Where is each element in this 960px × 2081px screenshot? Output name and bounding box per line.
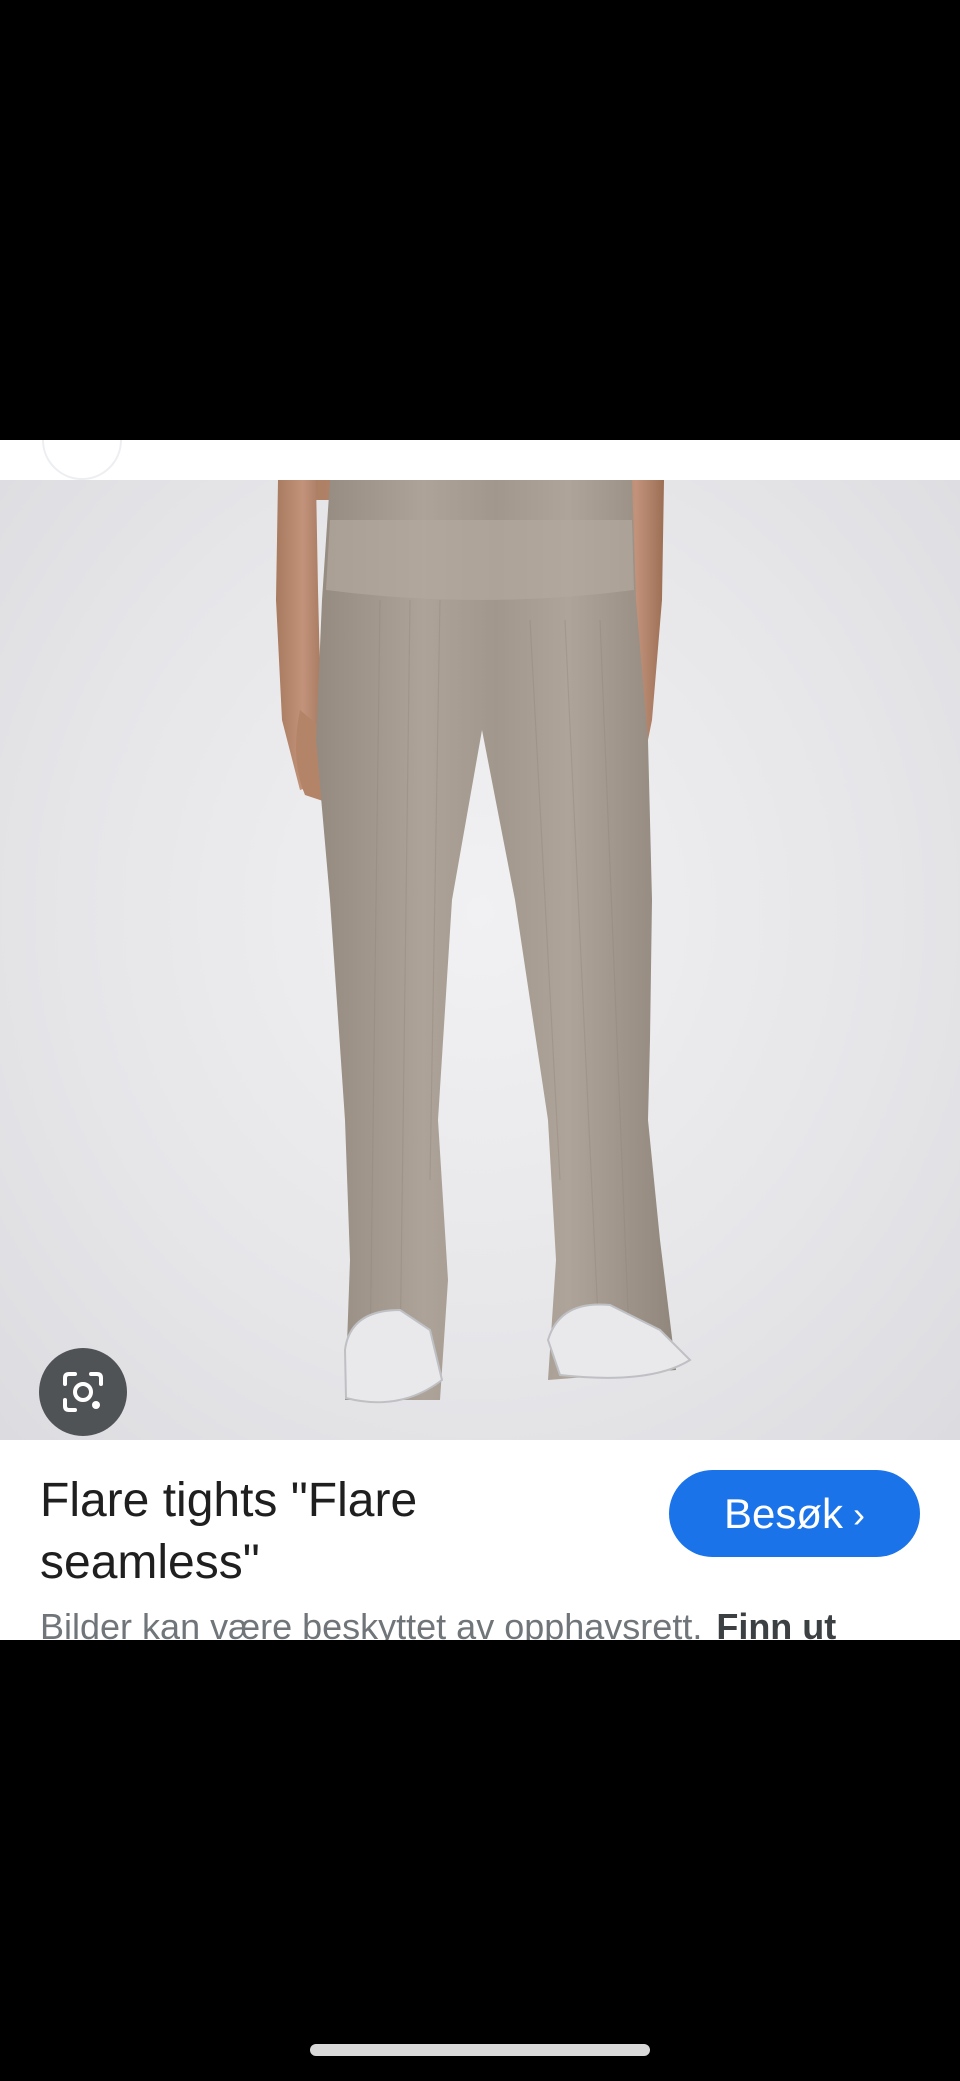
copyright-text: Bilder kan være beskyttet av opphavsrett… — [40, 1606, 703, 1640]
panel-top-circle[interactable] — [42, 440, 122, 480]
image-result-panel: Flare tights "Flare seamless" Besøk › Bi… — [0, 440, 960, 1640]
google-lens-icon — [63, 1372, 103, 1412]
visit-button-label: Besøk — [723, 1489, 844, 1537]
product-image[interactable] — [0, 480, 960, 1440]
chevron-right-icon: › — [853, 1493, 866, 1535]
learn-more-link[interactable]: Finn ut — [716, 1606, 836, 1640]
result-title: Flare tights "Flare seamless" — [40, 1474, 418, 1589]
visit-button[interactable]: Besøk › — [669, 1470, 920, 1557]
home-indicator[interactable] — [310, 2044, 650, 2056]
product-photo-illustration — [276, 480, 692, 1404]
copyright-notice: Bilder kan være beskyttet av opphavsrett… — [40, 1606, 836, 1640]
letterbox-top — [0, 0, 960, 440]
google-lens-button[interactable] — [39, 1348, 127, 1436]
